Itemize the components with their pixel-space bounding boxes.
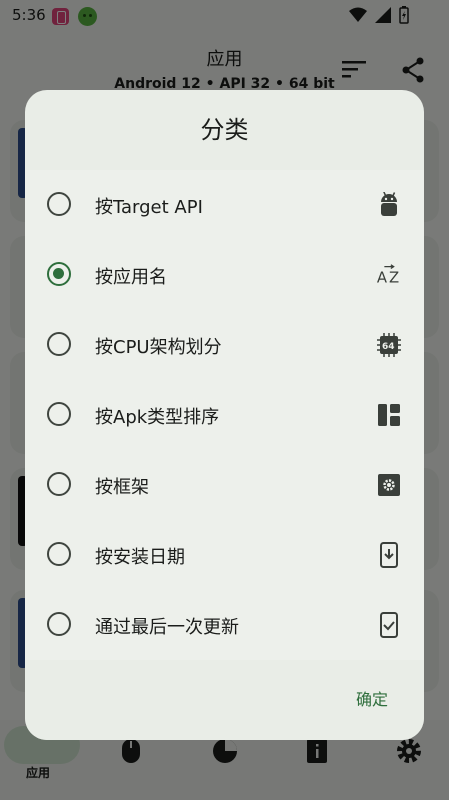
radio-button-checked[interactable] [47, 262, 71, 286]
sort-option-apk-type[interactable]: 按Apk类型排序 [25, 380, 424, 450]
sort-option-label: 通过最后一次更新 [95, 617, 239, 638]
android-icon [376, 192, 402, 218]
radio-button[interactable] [47, 192, 71, 216]
sort-option-label: 按应用名 [95, 267, 167, 288]
sort-option-framework[interactable]: 按框架 [25, 450, 424, 520]
dashboard-icon [376, 402, 402, 428]
sort-dialog: 分类 按Target API 按应用名 AZ 按CPU架构划分 64 按Apk类… [25, 90, 424, 740]
sort-option-app-name[interactable]: 按应用名 AZ [25, 240, 424, 310]
sort-option-label: 按CPU架构划分 [95, 337, 222, 358]
sort-options-list: 按Target API 按应用名 AZ 按CPU架构划分 64 按Apk类型排序 [25, 170, 424, 660]
sort-option-install-date[interactable]: 按安装日期 [25, 520, 424, 590]
settings-box-icon [376, 472, 402, 498]
svg-text:Z: Z [389, 268, 399, 286]
dialog-actions: 确定 [25, 660, 424, 740]
dialog-title: 分类 [200, 116, 249, 144]
sort-option-label: 按框架 [95, 477, 149, 498]
sort-option-target-api[interactable]: 按Target API [25, 170, 424, 240]
radio-button[interactable] [47, 612, 71, 636]
sort-option-label: 按Apk类型排序 [95, 407, 220, 428]
phone-download-icon [376, 542, 402, 568]
sort-option-cpu-arch[interactable]: 按CPU架构划分 64 [25, 310, 424, 380]
radio-button[interactable] [47, 542, 71, 566]
phone-check-icon [376, 612, 402, 638]
svg-text:A: A [377, 268, 388, 286]
confirm-button[interactable]: 确定 [356, 686, 388, 710]
radio-button[interactable] [47, 472, 71, 496]
cpu-64-icon: 64 [376, 332, 402, 358]
sort-option-last-update[interactable]: 通过最后一次更新 [25, 590, 424, 660]
radio-button[interactable] [47, 332, 71, 356]
radio-button[interactable] [47, 402, 71, 426]
sort-alpha-icon: AZ [376, 262, 402, 288]
sort-option-label: 按Target API [95, 197, 203, 218]
svg-text:64: 64 [382, 342, 395, 352]
sort-option-label: 按安装日期 [95, 547, 185, 568]
